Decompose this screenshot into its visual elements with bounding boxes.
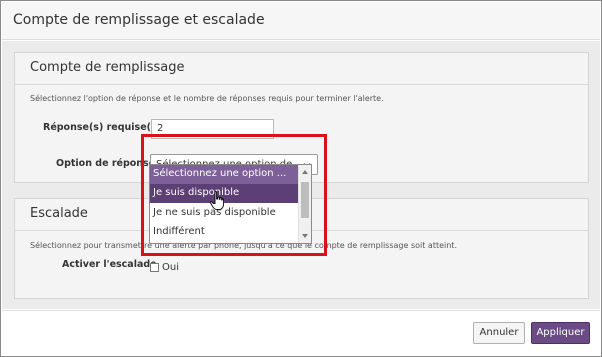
fill-escalation-dialog: Compte de remplissage et escalade Compte… [0,0,602,357]
dialog-titlebar: Compte de remplissage et escalade [2,2,600,40]
option-available[interactable]: Je suis disponible [150,184,299,203]
response-option-label: Option de réponse [56,158,156,169]
activate-escalation-label: Activer l'escalade [62,259,157,270]
cancel-button[interactable]: Annuler [473,322,525,344]
option-indifferent[interactable]: Indifférent [150,223,299,242]
option-not-available[interactable]: Je ne suis pas disponible [150,204,299,223]
escalation-checkbox[interactable] [150,263,159,272]
arrow-down-icon[interactable] [302,234,308,238]
dialog-title: Compte de remplissage et escalade [13,12,265,28]
escalation-checkbox-label[interactable]: Oui [162,262,179,273]
hand-pointer-icon [210,191,224,211]
responses-required-input[interactable]: 2 [151,119,274,139]
fill-count-title: Compte de remplissage [30,60,185,75]
arrow-up-icon[interactable] [302,170,308,174]
escalation-title: Escalade [30,206,88,221]
fill-count-header: Compte de remplissage [15,53,588,85]
response-option-dropdown: Sélectionnez une option ... Je suis disp… [149,164,312,244]
option-select-placeholder[interactable]: Sélectionnez une option ... [150,165,299,184]
dropdown-scrollbar[interactable] [298,165,311,243]
fill-count-description: Sélectionnez l'option de réponse et le n… [30,94,384,103]
scrollbar-thumb[interactable] [301,182,309,218]
responses-required-label: Réponse(s) requise(s) [43,122,161,133]
dialog-footer: Annuler Appliquer [2,310,600,356]
apply-button[interactable]: Appliquer [531,322,590,344]
